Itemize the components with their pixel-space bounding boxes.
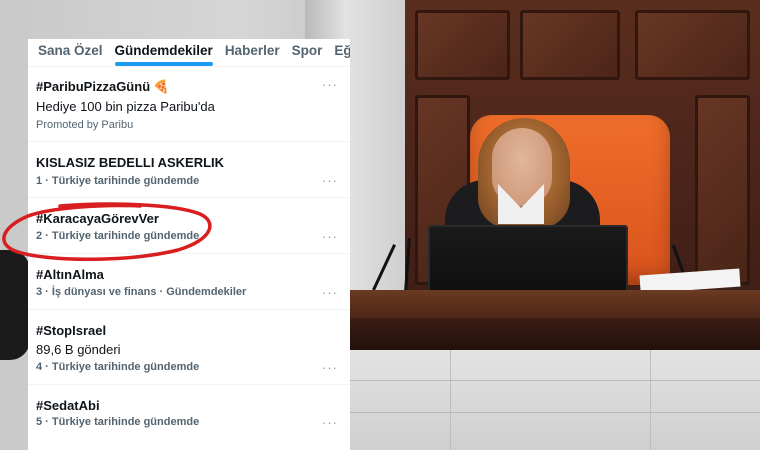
tab-for-you[interactable]: Sana Özel (32, 43, 109, 66)
more-icon[interactable]: ··· (322, 285, 338, 300)
dark-figure (0, 250, 30, 360)
more-icon[interactable]: ··· (322, 77, 338, 92)
more-icon[interactable]: ··· (322, 173, 338, 188)
trend-post-count: 89,6 B gönderi (36, 342, 121, 357)
trend-meta: 4 · Türkiye tarihinde gündemde (36, 361, 200, 373)
trends-panel: Sana Özel Gündemdekiler Haberler Spor Eğ… (28, 39, 350, 450)
tab-entertainment[interactable]: Eğlence (328, 43, 350, 66)
pizza-icon: 🍕 (153, 79, 170, 94)
trend-title: #StopIsrael (36, 323, 107, 338)
tab-sports[interactable]: Spor (286, 43, 329, 66)
trend-item[interactable]: #SedatAbi 5 · Türkiye tarihinde gündemde… (28, 385, 350, 441)
trend-meta: 1 · Türkiye tarihinde gündemde (36, 175, 200, 187)
promoted-label: Promoted by Paribu (36, 119, 134, 131)
trend-meta: 3 · İş dünyası ve finans · Gündemdekiler (36, 286, 247, 298)
trend-title: #ParibuPizzaGünü (36, 79, 151, 94)
trend-title: KISLASIZ BEDELLI ASKERLIK (36, 155, 225, 170)
tab-trending[interactable]: Gündemdekiler (109, 43, 219, 66)
trend-meta: 2 · Türkiye tarihinde gündemde (36, 230, 200, 242)
trend-item[interactable]: #KaracayaGörevVer 2 · Türkiye tarihinde … (28, 198, 350, 254)
desk-front (350, 318, 760, 350)
trend-item[interactable]: KISLASIZ BEDELLI ASKERLIK 1 · Türkiye ta… (28, 142, 350, 198)
tab-news[interactable]: Haberler (219, 43, 286, 66)
trend-title: #KaracayaGörevVer (36, 211, 159, 226)
desk-top (350, 290, 760, 320)
more-icon[interactable]: ··· (322, 229, 338, 244)
trend-item[interactable]: #StopIsrael 89,6 B gönderi 4 · Türkiye t… (28, 310, 350, 385)
trend-item-promoted[interactable]: ··· #ParibuPizzaGünü 🍕 Hediye 100 bin piz… (28, 67, 350, 142)
trend-meta: 5 · Türkiye tarihinde gündemde (36, 416, 200, 428)
more-icon[interactable]: ··· (322, 415, 338, 430)
marble-podium (350, 350, 760, 450)
trend-subtitle: Hediye 100 bin pizza Paribu'da (36, 99, 215, 114)
trend-title: #AltınAlma (36, 267, 104, 282)
more-icon[interactable]: ··· (322, 360, 338, 375)
tab-bar: Sana Özel Gündemdekiler Haberler Spor Eğ… (28, 39, 350, 67)
trend-item[interactable]: #AltınAlma 3 · İş dünyası ve finans · Gü… (28, 254, 350, 310)
trend-title: #SedatAbi (36, 398, 100, 413)
